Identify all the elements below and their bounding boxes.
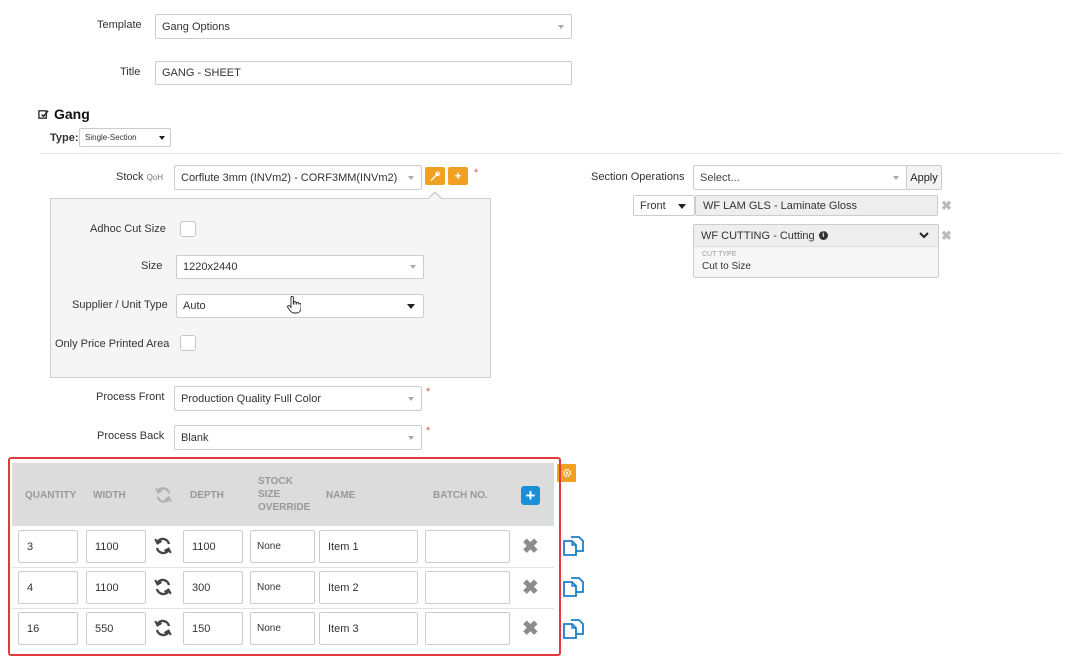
template-select-value: Gang Options bbox=[162, 20, 230, 33]
op-cutting-header[interactable]: WF CUTTING - Cutting i bbox=[694, 225, 938, 247]
stock-add-button[interactable]: + bbox=[448, 167, 468, 185]
title-label: Title bbox=[120, 66, 141, 78]
info-icon: i bbox=[818, 231, 828, 240]
panel-pointer-inner bbox=[428, 193, 442, 200]
title-input[interactable]: GANG - SHEET bbox=[155, 61, 572, 85]
process-back-label: Process Back bbox=[97, 430, 165, 442]
qoh-label: QoH bbox=[146, 173, 164, 182]
only-price-printed-area-label: Only Price Printed Area bbox=[55, 338, 170, 350]
process-front-required-marker: * bbox=[426, 386, 431, 398]
chevron-down-icon bbox=[408, 435, 414, 440]
op-laminate-remove-button[interactable]: ✖ bbox=[941, 198, 952, 214]
op-side-value: Front bbox=[640, 199, 666, 212]
stock-label: Stock QoH bbox=[116, 171, 164, 183]
op-side-select[interactable]: Front bbox=[633, 195, 695, 216]
supplier-unit-type-label: Supplier / Unit Type bbox=[72, 299, 168, 311]
gang-title: Gang bbox=[54, 106, 90, 122]
stock-select[interactable]: Corflute 3mm (INVm2) - CORF3MM(INVm2) bbox=[174, 165, 422, 190]
chevron-down-icon bbox=[893, 175, 899, 180]
section-divider bbox=[40, 153, 1062, 154]
op-laminate-gloss-name: WF LAM GLS - Laminate Gloss bbox=[703, 199, 858, 212]
only-price-printed-area-checkbox[interactable] bbox=[180, 335, 196, 351]
op-cutting-card: WF CUTTING - Cutting i CUT TYPE Cut to S… bbox=[693, 224, 939, 278]
chevron-down-icon bbox=[558, 24, 564, 29]
gang-heading: Gang bbox=[38, 106, 90, 122]
edit-checkbox-icon bbox=[38, 109, 49, 119]
type-select-value: Single-Section bbox=[85, 133, 137, 142]
process-front-value: Production Quality Full Color bbox=[181, 392, 322, 405]
op-cutting-name: WF CUTTING - Cutting bbox=[701, 229, 815, 242]
apply-button[interactable]: Apply bbox=[906, 165, 942, 190]
adhoc-cut-size-checkbox[interactable] bbox=[180, 221, 196, 237]
stock-select-value: Corflute 3mm (INVm2) - CORF3MM(INVm2) bbox=[181, 171, 398, 184]
chevron-down-icon bbox=[410, 265, 416, 269]
chevron-down-icon bbox=[408, 175, 414, 180]
op-cutting-sub-label: CUT TYPE bbox=[702, 251, 737, 258]
process-back-required-marker: * bbox=[426, 425, 431, 437]
op-cutting-remove-button[interactable]: ✖ bbox=[941, 228, 952, 244]
adhoc-cut-size-label: Adhoc Cut Size bbox=[90, 223, 166, 235]
gear-icon bbox=[562, 468, 571, 478]
chevron-down-icon bbox=[408, 396, 414, 401]
process-front-label: Process Front bbox=[96, 391, 165, 403]
duplicate-icon[interactable] bbox=[562, 618, 585, 640]
chevron-down-icon bbox=[407, 304, 415, 309]
process-back-value: Blank bbox=[181, 431, 209, 444]
size-label: Size bbox=[141, 260, 163, 272]
duplicate-icon[interactable] bbox=[562, 535, 585, 557]
process-back-select[interactable]: Blank bbox=[174, 425, 422, 450]
size-select-value: 1220x2440 bbox=[183, 261, 238, 273]
op-laminate-gloss: WF LAM GLS - Laminate Gloss bbox=[695, 195, 938, 216]
wrench-icon bbox=[430, 171, 441, 181]
type-label: Type: bbox=[50, 132, 79, 144]
chevron-down-icon bbox=[919, 232, 929, 239]
stock-wrench-button[interactable] bbox=[425, 167, 445, 185]
duplicate-icon[interactable] bbox=[562, 576, 585, 598]
template-select[interactable]: Gang Options bbox=[155, 14, 572, 39]
size-select[interactable]: 1220x2440 bbox=[176, 255, 424, 279]
section-operations-select[interactable]: Select... bbox=[693, 165, 907, 190]
op-cutting-sub-value: Cut to Size bbox=[702, 261, 751, 272]
hand-cursor-icon bbox=[287, 296, 301, 314]
type-select[interactable]: Single-Section bbox=[79, 128, 171, 147]
chevron-down-icon bbox=[159, 135, 165, 140]
stock-required-marker: * bbox=[474, 167, 479, 179]
supplier-unit-type-value: Auto bbox=[183, 300, 206, 312]
template-label: Template bbox=[97, 19, 142, 31]
section-operations-label: Section Operations bbox=[591, 171, 685, 183]
chevron-down-icon bbox=[678, 203, 686, 209]
process-front-select[interactable]: Production Quality Full Color bbox=[174, 386, 422, 411]
section-operations-placeholder: Select... bbox=[700, 171, 740, 184]
items-table-highlight bbox=[8, 457, 561, 656]
